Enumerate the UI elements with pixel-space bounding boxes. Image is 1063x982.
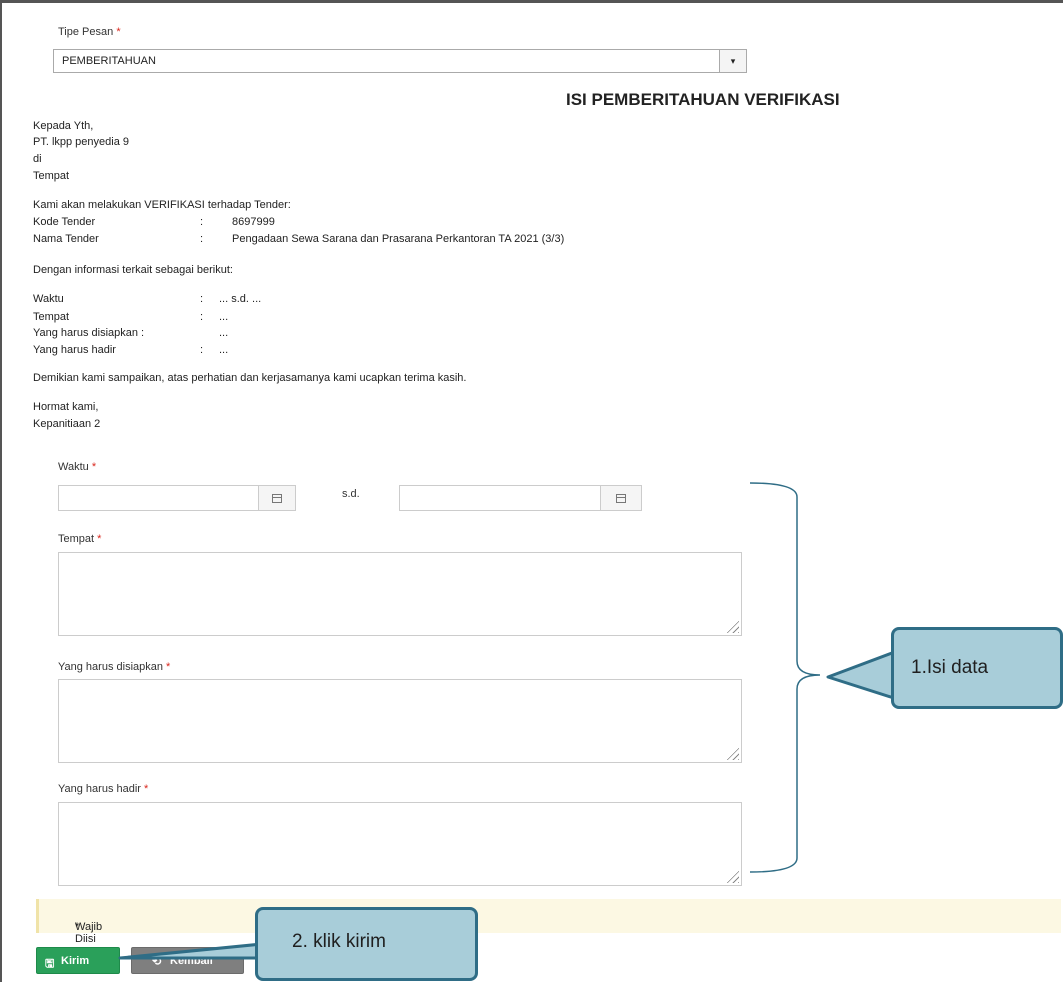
info-field-value: ... bbox=[219, 311, 229, 323]
hadir-label-text: Yang harus hadir bbox=[58, 783, 141, 795]
info-field-sep: : bbox=[200, 311, 204, 323]
waktu-start-calendar-button[interactable] bbox=[258, 485, 296, 511]
chevron-down-icon[interactable]: ▾ bbox=[719, 50, 746, 72]
resize-handle-icon[interactable] bbox=[725, 869, 739, 883]
tempat-textarea[interactable] bbox=[58, 552, 742, 636]
info-field-label: Tempat bbox=[33, 311, 70, 323]
info-field-label: Yang harus hadir bbox=[33, 344, 116, 356]
letter-signature: Kepanitiaan 2 bbox=[33, 418, 101, 430]
info-row: Yang harus disiapkan : ... bbox=[33, 327, 433, 341]
notice-text: Wajib Diisi bbox=[75, 921, 103, 945]
disiapkan-label-text: Yang harus disiapkan bbox=[58, 661, 163, 673]
letter-greeting: Kepada Yth, bbox=[33, 120, 94, 132]
letter-di: di bbox=[33, 153, 42, 165]
tender-row: Kode Tender : 8697999 bbox=[33, 216, 833, 230]
callout-step1-text: 1.Isi data bbox=[911, 657, 989, 678]
kirim-label: Kirim bbox=[61, 955, 90, 967]
info-field-sep: : bbox=[200, 344, 204, 356]
info-field-label: Waktu bbox=[33, 293, 64, 305]
required-mark: * bbox=[144, 783, 149, 795]
required-mark: * bbox=[116, 26, 121, 38]
tender-field-value: Pengadaan Sewa Sarana dan Prasarana Perk… bbox=[232, 233, 565, 245]
tipe-pesan-label-text: Tipe Pesan bbox=[58, 26, 114, 38]
info-field-label: Yang harus disiapkan : bbox=[33, 327, 145, 339]
letter-tempat: Tempat bbox=[33, 170, 70, 182]
tender-row: Nama Tender : Pengadaan Sewa Sarana dan … bbox=[33, 233, 833, 247]
required-notice: * Wajib Diisi bbox=[36, 899, 1061, 945]
kirim-button[interactable]: 🖫 Kirim bbox=[36, 947, 120, 974]
info-field-sep: : bbox=[200, 293, 204, 305]
waktu-end-input[interactable] bbox=[399, 485, 601, 511]
letter-title: ISI PEMBERITAHUAN VERIFIKASI bbox=[566, 90, 840, 109]
hadir-textarea[interactable] bbox=[58, 802, 742, 886]
info-row: Waktu : ... s.d. ... bbox=[33, 293, 433, 307]
tempat-label-text: Tempat bbox=[58, 533, 95, 545]
tender-field-label: Nama Tender bbox=[33, 233, 99, 245]
save-icon: 🖫 bbox=[45, 958, 55, 970]
waktu-label-text: Waktu bbox=[58, 461, 89, 473]
info-field-value: ... s.d. ... bbox=[219, 293, 262, 305]
letter-regards: Hormat kami, bbox=[33, 401, 99, 413]
kembali-label: Kembali bbox=[170, 955, 213, 967]
info-field-value: ... bbox=[219, 327, 229, 339]
disiapkan-label: Yang harus disiapkan * bbox=[58, 661, 170, 673]
calendar-icon bbox=[616, 494, 626, 503]
info-row: Yang harus hadir : ... bbox=[33, 344, 433, 358]
letter-intro: Kami akan melakukan VERIFIKASI terhadap … bbox=[33, 199, 291, 211]
letter-closing: Demikian kami sampaikan, atas perhatian … bbox=[33, 372, 467, 384]
info-field-value: ... bbox=[219, 344, 229, 356]
calendar-icon bbox=[272, 494, 282, 503]
hadir-label: Yang harus hadir * bbox=[58, 783, 148, 795]
resize-handle-icon[interactable] bbox=[725, 619, 739, 633]
sd-label: s.d. bbox=[342, 488, 360, 500]
required-mark: * bbox=[97, 533, 102, 545]
tipe-pesan-value: PEMBERITAHUAN bbox=[62, 55, 156, 67]
waktu-label: Waktu * bbox=[58, 461, 96, 473]
info-row: Tempat : ... bbox=[33, 311, 433, 325]
waktu-end-calendar-button[interactable] bbox=[600, 485, 642, 511]
waktu-start-input[interactable] bbox=[58, 485, 259, 511]
required-mark: * bbox=[91, 461, 97, 473]
callout-step2: 2. klik kirim bbox=[255, 907, 478, 981]
info-intro: Dengan informasi terkait sebagai berikut… bbox=[33, 264, 233, 276]
tempat-label: Tempat * bbox=[58, 533, 101, 545]
tipe-pesan-label: Tipe Pesan * bbox=[58, 26, 121, 38]
tipe-pesan-select[interactable]: PEMBERITAHUAN ▾ bbox=[53, 49, 747, 73]
back-icon: ⟲ bbox=[152, 956, 162, 968]
tender-field-sep: : bbox=[200, 233, 204, 245]
kembali-button[interactable]: ⟲ Kembali bbox=[131, 947, 244, 974]
disiapkan-textarea[interactable] bbox=[58, 679, 742, 763]
callout-step1: 1.Isi data bbox=[891, 627, 1063, 709]
tender-field-value: 8697999 bbox=[232, 216, 275, 228]
letter-recipient: PT. lkpp penyedia 9 bbox=[33, 136, 130, 148]
callout-step2-text: 2. klik kirim bbox=[292, 931, 386, 952]
tender-field-sep: : bbox=[200, 216, 204, 228]
resize-handle-icon[interactable] bbox=[725, 746, 739, 760]
tender-field-label: Kode Tender bbox=[33, 216, 96, 228]
required-mark: * bbox=[166, 661, 171, 673]
